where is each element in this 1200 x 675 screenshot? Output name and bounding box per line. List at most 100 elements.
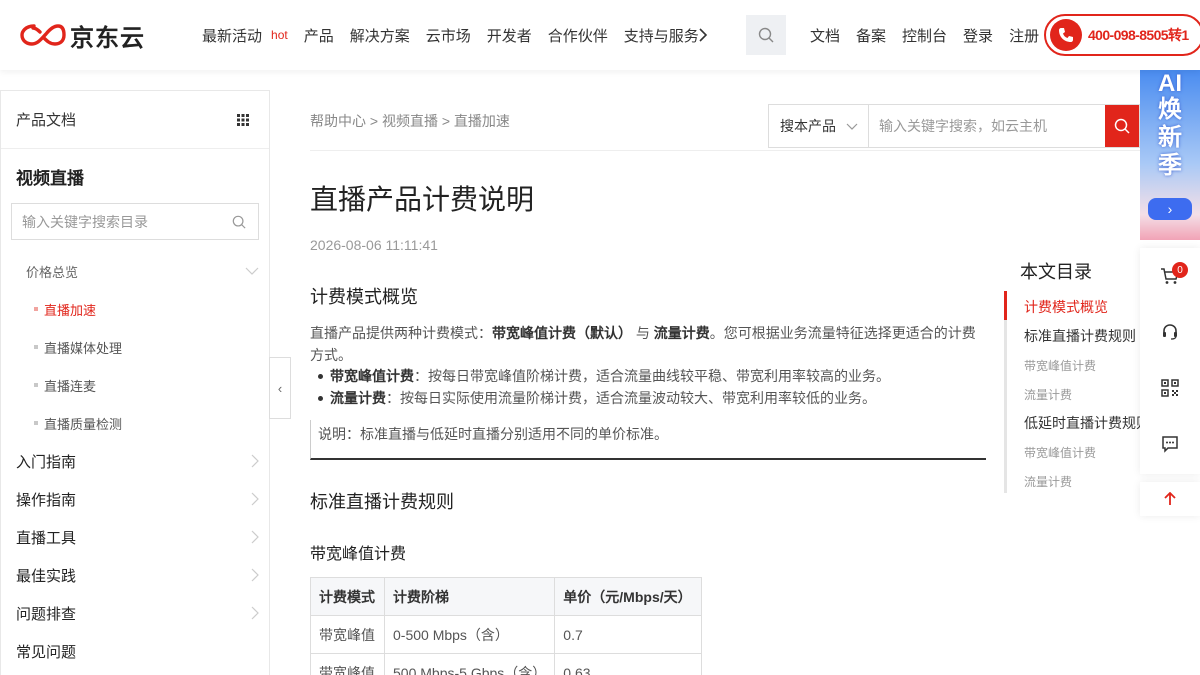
toc-item-standard-bandwidth[interactable]: 带宽峰值计费 — [1024, 357, 1096, 374]
sidebar-item-label: 问题排查 — [16, 605, 77, 623]
search-icon[interactable] — [232, 215, 246, 229]
sidebar-search — [11, 203, 259, 240]
phone-hotline[interactable]: 400-098-8505转1 — [1044, 14, 1200, 56]
link-console[interactable]: 控制台 — [902, 25, 947, 46]
sidebar-item-live-tools[interactable]: 直播工具 — [1, 518, 269, 556]
table-header-row: 计费模式 计费阶梯 单价（元/Mbps/天） — [310, 577, 703, 616]
doc-search-input[interactable] — [869, 105, 1105, 147]
table-row: 带宽峰值 0-500 Mbps（含） 0.7 — [310, 615, 703, 654]
nav-item-partners[interactable]: 合作伙伴 — [548, 25, 608, 46]
doc-sidebar: 产品文档 视频直播 价格总览 直播加速 直播媒体处理 直播连麦 直播质量检测 — [0, 90, 270, 675]
table-cell: 0.7 — [554, 615, 703, 654]
table-cell: 带宽峰值 — [310, 653, 385, 675]
intro-mode-traffic: 流量计费 — [653, 325, 710, 341]
nav-item-marketplace[interactable]: 云市场 — [426, 25, 471, 46]
search-scope-select[interactable]: 搜本产品 — [769, 105, 869, 147]
sidebar-search-input[interactable] — [22, 213, 222, 230]
note-callout: 说明：标准直播与低延时直播分别适用不同的单价标准。 — [310, 420, 986, 460]
phone-number: 400-098-8505转1 — [1088, 27, 1189, 43]
sidebar-item-label: 直播媒体处理 — [44, 340, 123, 356]
link-login[interactable]: 登录 — [963, 25, 993, 46]
table-cell: 500 Mbps-5 Gbps（含） — [383, 653, 556, 675]
cart-button[interactable]: 0 — [1140, 248, 1200, 304]
logo-text: 京东云 — [70, 23, 145, 52]
qrcode-button[interactable] — [1140, 360, 1200, 416]
doc-search-button[interactable] — [1105, 105, 1139, 147]
sidebar-item-troubleshooting[interactable]: 问题排查 — [1, 594, 269, 632]
nav-item-activities[interactable]: 最新活动 — [202, 25, 262, 46]
toc-item-low-latency[interactable]: 低延时直播计费规则 — [1024, 413, 1140, 433]
table-cell: 0.63 — [554, 653, 703, 675]
chevron-right-icon — [251, 606, 259, 620]
section-heading-standard: 标准直播计费规则 — [310, 492, 454, 512]
grid-menu-icon[interactable] — [237, 113, 249, 126]
toc-item-standard[interactable]: 标准直播计费规则 — [1024, 326, 1136, 346]
link-register[interactable]: 注册 — [1009, 25, 1039, 46]
promo-go-button[interactable]: › — [1148, 198, 1192, 220]
bullet-term: 带宽峰值计费 — [330, 368, 414, 384]
bullet-term: 流量计费 — [330, 390, 386, 406]
table-header-cell: 单价（元/Mbps/天） — [554, 577, 703, 616]
sidebar-item-label: 最佳实践 — [16, 567, 77, 585]
sidebar-item-co-hosting[interactable]: 直播连麦 — [1, 366, 269, 404]
promo-text: AI — [1158, 70, 1182, 97]
sidebar-item-live-acceleration[interactable]: 直播加速 — [1, 290, 269, 328]
toc-item-overview[interactable]: 计费模式概览 — [1024, 297, 1108, 317]
main-nav: 最新活动 hot 产品 解决方案 云市场 开发者 合作伙伴 支持与服务 — [202, 0, 715, 70]
sidebar-item-getting-started[interactable]: 入门指南 — [1, 442, 269, 480]
list-item: 流量计费 ：按每日实际使用流量阶梯计费，适合流量波动较大、带宽利用率较低的业务。 — [318, 388, 876, 408]
sidebar-group-label: 价格总览 — [26, 264, 79, 280]
sidebar-item-media-processing[interactable]: 直播媒体处理 — [1, 328, 269, 366]
section-heading-overview: 计费模式概览 — [310, 287, 418, 307]
nav-item-support[interactable]: 支持与服务 — [624, 25, 699, 46]
back-to-top-button[interactable] — [1140, 482, 1200, 516]
table-cell: 0-500 Mbps（含） — [383, 615, 556, 654]
promo-text: 焕 — [1158, 96, 1182, 123]
toc-item-standard-traffic[interactable]: 流量计费 — [1024, 386, 1072, 403]
toc-item-low-latency-traffic[interactable]: 流量计费 — [1024, 473, 1072, 490]
product-docs-label: 产品文档 — [16, 112, 77, 129]
sidebar-item-label: 直播质量检测 — [44, 416, 123, 432]
nav-item-solutions[interactable]: 解决方案 — [350, 25, 410, 46]
bullet-text: ：按每日实际使用流量阶梯计费，适合流量波动较大、带宽利用率较低的业务。 — [386, 390, 876, 406]
bullet-dot — [34, 383, 38, 387]
chevron-right-icon — [251, 568, 259, 582]
bullet-dot — [34, 421, 38, 425]
feedback-button[interactable] — [1140, 416, 1200, 472]
link-filing[interactable]: 备案 — [856, 25, 886, 46]
sidebar-item-best-practices[interactable]: 最佳实践 — [1, 556, 269, 594]
product-docs-header[interactable]: 产品文档 — [1, 91, 269, 149]
sidebar-item-label: 操作指南 — [16, 491, 77, 509]
sidebar-collapse-toggle[interactable]: ‹ — [269, 357, 291, 419]
sidebar-item-quality-check[interactable]: 直播质量检测 — [1, 404, 269, 442]
toc-item-low-latency-bandwidth[interactable]: 带宽峰值计费 — [1024, 444, 1096, 461]
jdcloud-logo[interactable]: 京东云 — [20, 20, 145, 52]
nav-next-arrow-icon[interactable] — [696, 25, 710, 45]
sidebar-item-faq[interactable]: 常见问题 — [1, 632, 269, 670]
bullet-dot — [318, 373, 323, 379]
sidebar-item-operation-guide[interactable]: 操作指南 — [1, 480, 269, 518]
subsection-heading-bandwidth: 带宽峰值计费 — [310, 546, 407, 563]
intro-paragraph: 直播产品提供两种计费模式：带宽峰值计费（默认） 与 流量计费。您可根据业务流量特… — [310, 322, 986, 366]
pricing-table: 计费模式 计费阶梯 单价（元/Mbps/天） 带宽峰值 0-500 Mbps（含… — [310, 577, 703, 675]
nav-item-developers[interactable]: 开发者 — [487, 25, 532, 46]
sidebar-item-label: 直播加速 — [44, 302, 97, 318]
header-search-button[interactable] — [746, 15, 786, 55]
customer-service-button[interactable] — [1140, 304, 1200, 360]
promo-text: 季 — [1158, 152, 1182, 179]
top-header: 京东云 最新活动 hot 产品 解决方案 云市场 开发者 合作伙伴 支持与服务 … — [0, 0, 1200, 70]
cart-count-badge: 0 — [1172, 262, 1188, 278]
bullet-text: ：按每日带宽峰值阶梯计费，适合流量曲线较平稳、带宽利用率较高的业务。 — [414, 368, 890, 384]
sidebar-group-pricing[interactable]: 价格总览 — [1, 252, 269, 290]
nav-item-products[interactable]: 产品 — [304, 25, 334, 46]
chevron-right-icon — [251, 530, 259, 544]
link-docs[interactable]: 文档 — [810, 25, 840, 46]
chat-icon — [1162, 436, 1178, 453]
intro-text: 与 — [632, 325, 654, 341]
back-to-top-icon — [1164, 492, 1176, 505]
breadcrumb[interactable]: 帮助中心 > 视频直播 > 直播加速 — [310, 111, 510, 131]
chevron-down-icon — [846, 123, 858, 130]
ai-promo-banner[interactable]: AI 焕 新 季 › — [1140, 70, 1200, 240]
intro-text: 直播产品提供两种计费模式： — [310, 325, 492, 341]
bullet-dot — [34, 345, 38, 349]
